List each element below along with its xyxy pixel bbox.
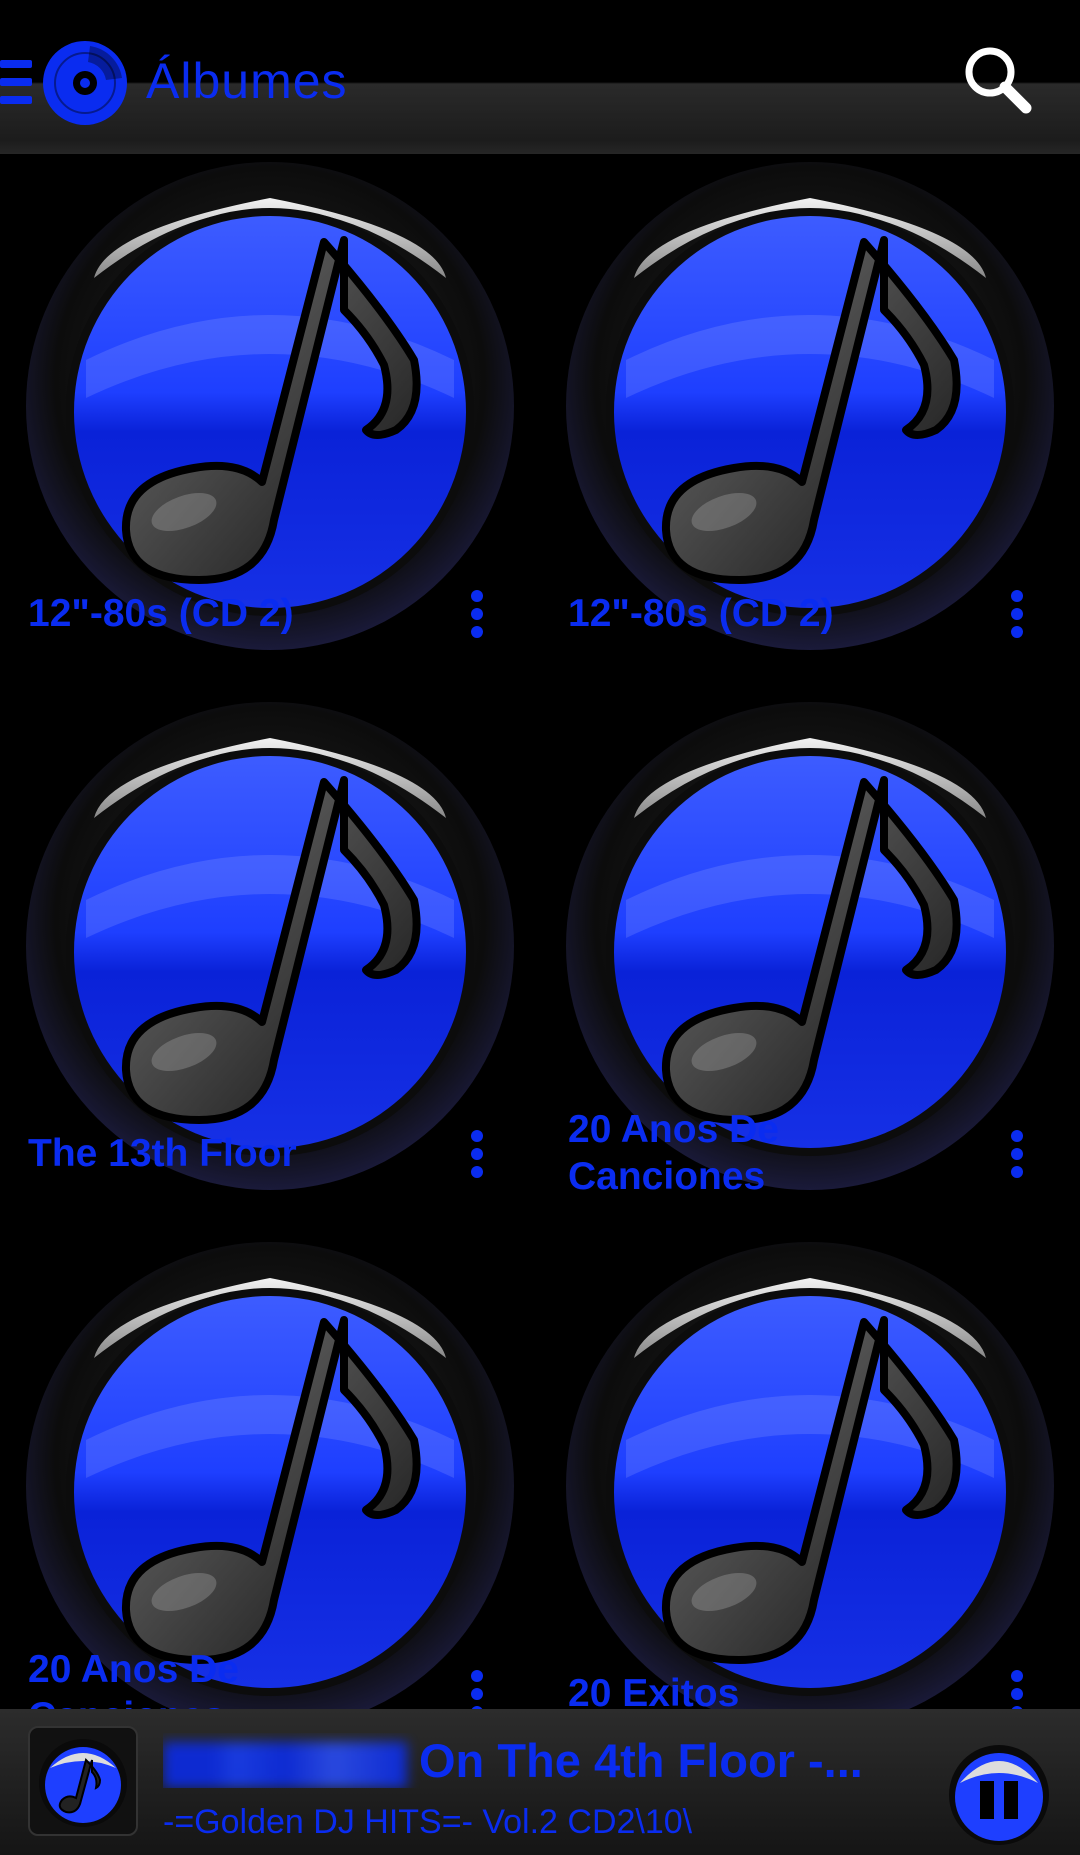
- album-grid[interactable]: 12"-80s (CD 2) 12"-80s (CD 2) The 13th F…: [0, 154, 1080, 1709]
- album-tile[interactable]: 12"-80s (CD 2): [0, 154, 540, 694]
- disc-icon[interactable]: [42, 40, 128, 126]
- album-name: 20 Anos De Canciones: [28, 1648, 239, 1709]
- now-playing-subtitle: -=Golden DJ HITS=- Vol.2 CD2\10\: [163, 1803, 693, 1841]
- overflow-menu-icon[interactable]: [465, 1670, 489, 1709]
- album-art-music-note-icon: [24, 1240, 516, 1709]
- hamburger-menu-icon[interactable]: [0, 60, 32, 106]
- album-art-music-note-icon: [564, 1240, 1056, 1709]
- search-icon[interactable]: [962, 44, 1032, 116]
- album-art-music-note-icon: [24, 700, 516, 1192]
- album-tile[interactable]: 20 Anos De Canciones: [0, 1234, 540, 1709]
- overflow-menu-icon[interactable]: [1005, 1670, 1029, 1709]
- album-art-music-note-icon: [24, 160, 516, 652]
- album-name: 20 Exitos: [568, 1672, 740, 1709]
- album-tile[interactable]: 12"-80s (CD 2): [540, 154, 1080, 694]
- album-name: 20 Anos De Canciones: [568, 1108, 779, 1198]
- album-name: 12"-80s (CD 2): [568, 592, 834, 635]
- now-playing-bar[interactable]: On The 4th Floor -... -=Golden DJ HITS=-…: [0, 1709, 1080, 1855]
- overflow-menu-icon[interactable]: [1005, 1130, 1029, 1190]
- now-playing-title[interactable]: On The 4th Floor -...: [163, 1733, 923, 1788]
- album-name: The 13th Floor: [28, 1132, 297, 1175]
- album-art-music-note-icon: [564, 160, 1056, 652]
- pause-icon[interactable]: [944, 1731, 1054, 1851]
- album-name: 12"-80s (CD 2): [28, 592, 294, 635]
- now-playing-art-icon[interactable]: [28, 1726, 138, 1836]
- redacted-artist: [163, 1741, 407, 1788]
- album-tile[interactable]: The 13th Floor: [0, 694, 540, 1234]
- top-app-bar: Álbumes: [0, 0, 1080, 154]
- overflow-menu-icon[interactable]: [465, 1130, 489, 1190]
- page-title: Álbumes: [146, 53, 348, 109]
- overflow-menu-icon[interactable]: [1005, 590, 1029, 650]
- album-tile[interactable]: 20 Anos De Canciones: [540, 694, 1080, 1234]
- album-tile[interactable]: 20 Exitos: [540, 1234, 1080, 1709]
- overflow-menu-icon[interactable]: [465, 590, 489, 650]
